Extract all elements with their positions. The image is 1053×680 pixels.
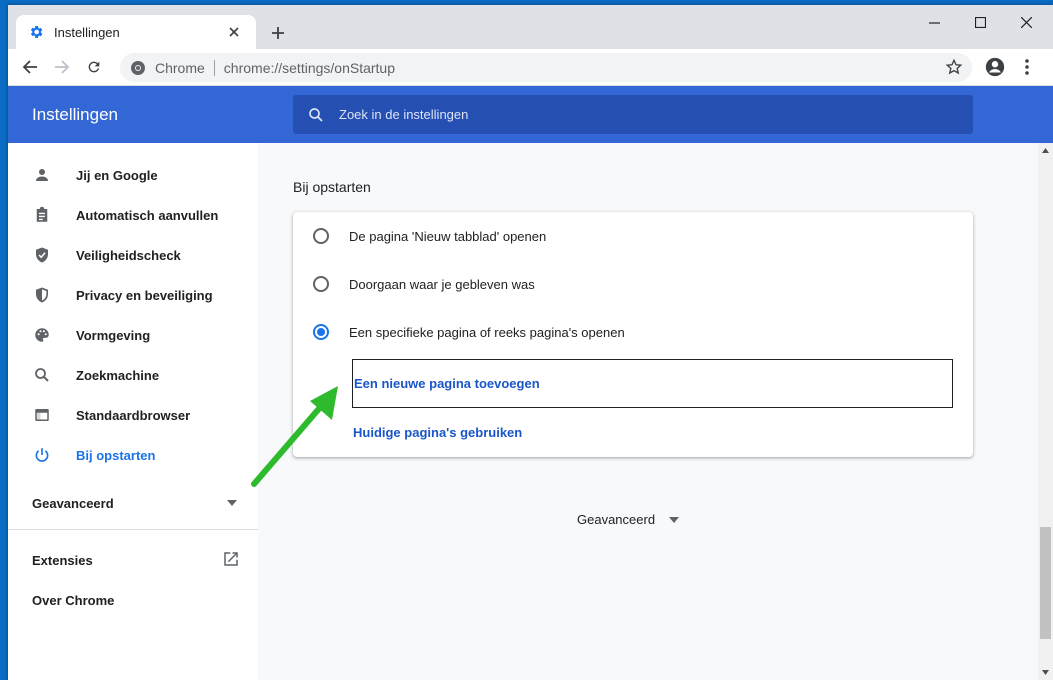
sidebar-item-search-engine[interactable]: Zoekmachine bbox=[8, 355, 258, 395]
tab-close-icon[interactable] bbox=[224, 22, 244, 42]
sidebar-item-appearance[interactable]: Vormgeving bbox=[8, 315, 258, 355]
tab-strip: Instellingen bbox=[8, 5, 1053, 49]
advanced-label: Geavanceerd bbox=[577, 512, 656, 527]
sidebar-item-label: Standaardbrowser bbox=[76, 407, 191, 423]
person-icon bbox=[32, 165, 52, 185]
radio-button[interactable] bbox=[313, 228, 329, 244]
sidebar-item-privacy[interactable]: Privacy en beveiliging bbox=[8, 275, 258, 315]
tab-title: Instellingen bbox=[54, 24, 120, 40]
sidebar-item-you-and-google[interactable]: Jij en Google bbox=[8, 155, 258, 195]
option-label: Doorgaan waar je gebleven was bbox=[349, 276, 535, 292]
settings-search[interactable] bbox=[293, 95, 973, 134]
option-new-tab[interactable]: De pagina 'Nieuw tabblad' openen bbox=[293, 212, 973, 260]
sidebar-divider bbox=[8, 529, 258, 530]
new-tab-button[interactable] bbox=[266, 21, 290, 45]
radio-button[interactable] bbox=[313, 276, 329, 292]
option-specific-pages[interactable]: Een specifieke pagina of reeks pagina's … bbox=[293, 308, 973, 356]
option-label: Een specifieke pagina of reeks pagina's … bbox=[349, 324, 625, 340]
omnibox-separator bbox=[213, 59, 215, 76]
sidebar-item-label: Jij en Google bbox=[76, 167, 158, 183]
page-title: Instellingen bbox=[32, 105, 119, 124]
settings-header: Instellingen bbox=[8, 86, 1053, 143]
settings-main: Bij opstarten De pagina 'Nieuw tabblad' … bbox=[258, 143, 1038, 680]
sidebar-item-label: Zoekmachine bbox=[76, 367, 160, 383]
minimize-button[interactable] bbox=[911, 5, 957, 39]
option-continue[interactable]: Doorgaan waar je gebleven was bbox=[293, 260, 973, 308]
scroll-thumb[interactable] bbox=[1040, 527, 1051, 639]
chrome-icon bbox=[130, 60, 146, 76]
menu-icon[interactable] bbox=[1014, 54, 1040, 80]
power-icon bbox=[32, 445, 52, 465]
sidebar: Jij en Google Automatisch aanvullen Veil… bbox=[8, 143, 258, 680]
sidebar-item-label: Veiligheidscheck bbox=[76, 247, 181, 263]
back-button[interactable] bbox=[17, 54, 43, 80]
forward-button[interactable] bbox=[49, 54, 75, 80]
tab-settings[interactable]: Instellingen bbox=[16, 15, 256, 49]
sidebar-advanced-toggle[interactable]: Geavanceerd bbox=[8, 483, 258, 523]
shield-icon bbox=[32, 285, 52, 305]
sidebar-item-label: Automatisch aanvullen bbox=[76, 207, 219, 223]
search-icon bbox=[32, 365, 52, 385]
option-label: De pagina 'Nieuw tabblad' openen bbox=[349, 228, 547, 244]
browser-toolbar: Chrome chrome://settings/onStartup bbox=[8, 49, 1053, 86]
advanced-toggle[interactable]: Geavanceerd bbox=[577, 512, 680, 527]
gear-icon bbox=[28, 24, 44, 40]
caret-down-icon bbox=[227, 498, 237, 508]
browser-icon bbox=[32, 405, 52, 425]
use-current-pages-link[interactable]: Huidige pagina's gebruiken bbox=[353, 425, 522, 440]
open-in-new-icon[interactable] bbox=[222, 550, 242, 570]
search-input[interactable] bbox=[339, 107, 939, 122]
search-icon bbox=[309, 107, 323, 122]
browser-window: Instellingen Chrome chrome://settings/on… bbox=[8, 5, 1053, 680]
palette-icon bbox=[32, 325, 52, 345]
reload-button[interactable] bbox=[81, 54, 107, 80]
scroll-up-arrow[interactable] bbox=[1038, 143, 1053, 158]
scrollbar[interactable] bbox=[1038, 143, 1053, 680]
add-page-label: Een nieuwe pagina toevoegen bbox=[354, 376, 540, 391]
sidebar-item-label: Bij opstarten bbox=[76, 447, 156, 463]
sidebar-item-default-browser[interactable]: Standaardbrowser bbox=[8, 395, 258, 435]
clipboard-icon bbox=[32, 205, 52, 225]
sidebar-item-autofill[interactable]: Automatisch aanvullen bbox=[8, 195, 258, 235]
sidebar-item-on-startup[interactable]: Bij opstarten bbox=[8, 435, 258, 475]
section-title: Bij opstarten bbox=[293, 179, 371, 195]
close-window-button[interactable] bbox=[1003, 5, 1049, 39]
startup-card: De pagina 'Nieuw tabblad' openen Doorgaa… bbox=[293, 212, 973, 457]
sidebar-about-link[interactable]: Over Chrome bbox=[32, 593, 114, 608]
sidebar-item-label: Privacy en beveiliging bbox=[76, 287, 213, 303]
star-icon[interactable] bbox=[944, 57, 964, 77]
radio-button-selected[interactable] bbox=[313, 324, 329, 340]
sidebar-item-label: Vormgeving bbox=[76, 327, 151, 343]
maximize-button[interactable] bbox=[957, 5, 1003, 39]
shield-check-icon bbox=[32, 245, 52, 265]
sidebar-item-safety-check[interactable]: Veiligheidscheck bbox=[8, 235, 258, 275]
sidebar-extensions-link[interactable]: Extensies bbox=[32, 553, 93, 568]
site-chip: Chrome bbox=[155, 59, 205, 76]
profile-icon[interactable] bbox=[982, 54, 1008, 80]
add-new-page-link[interactable]: Een nieuwe pagina toevoegen bbox=[352, 359, 953, 408]
scroll-down-arrow[interactable] bbox=[1038, 665, 1053, 680]
url-text: chrome://settings/onStartup bbox=[223, 59, 395, 76]
sidebar-advanced-label: Geavanceerd bbox=[32, 495, 114, 511]
address-bar[interactable]: Chrome chrome://settings/onStartup bbox=[120, 53, 972, 82]
caret-down-icon bbox=[669, 516, 680, 523]
